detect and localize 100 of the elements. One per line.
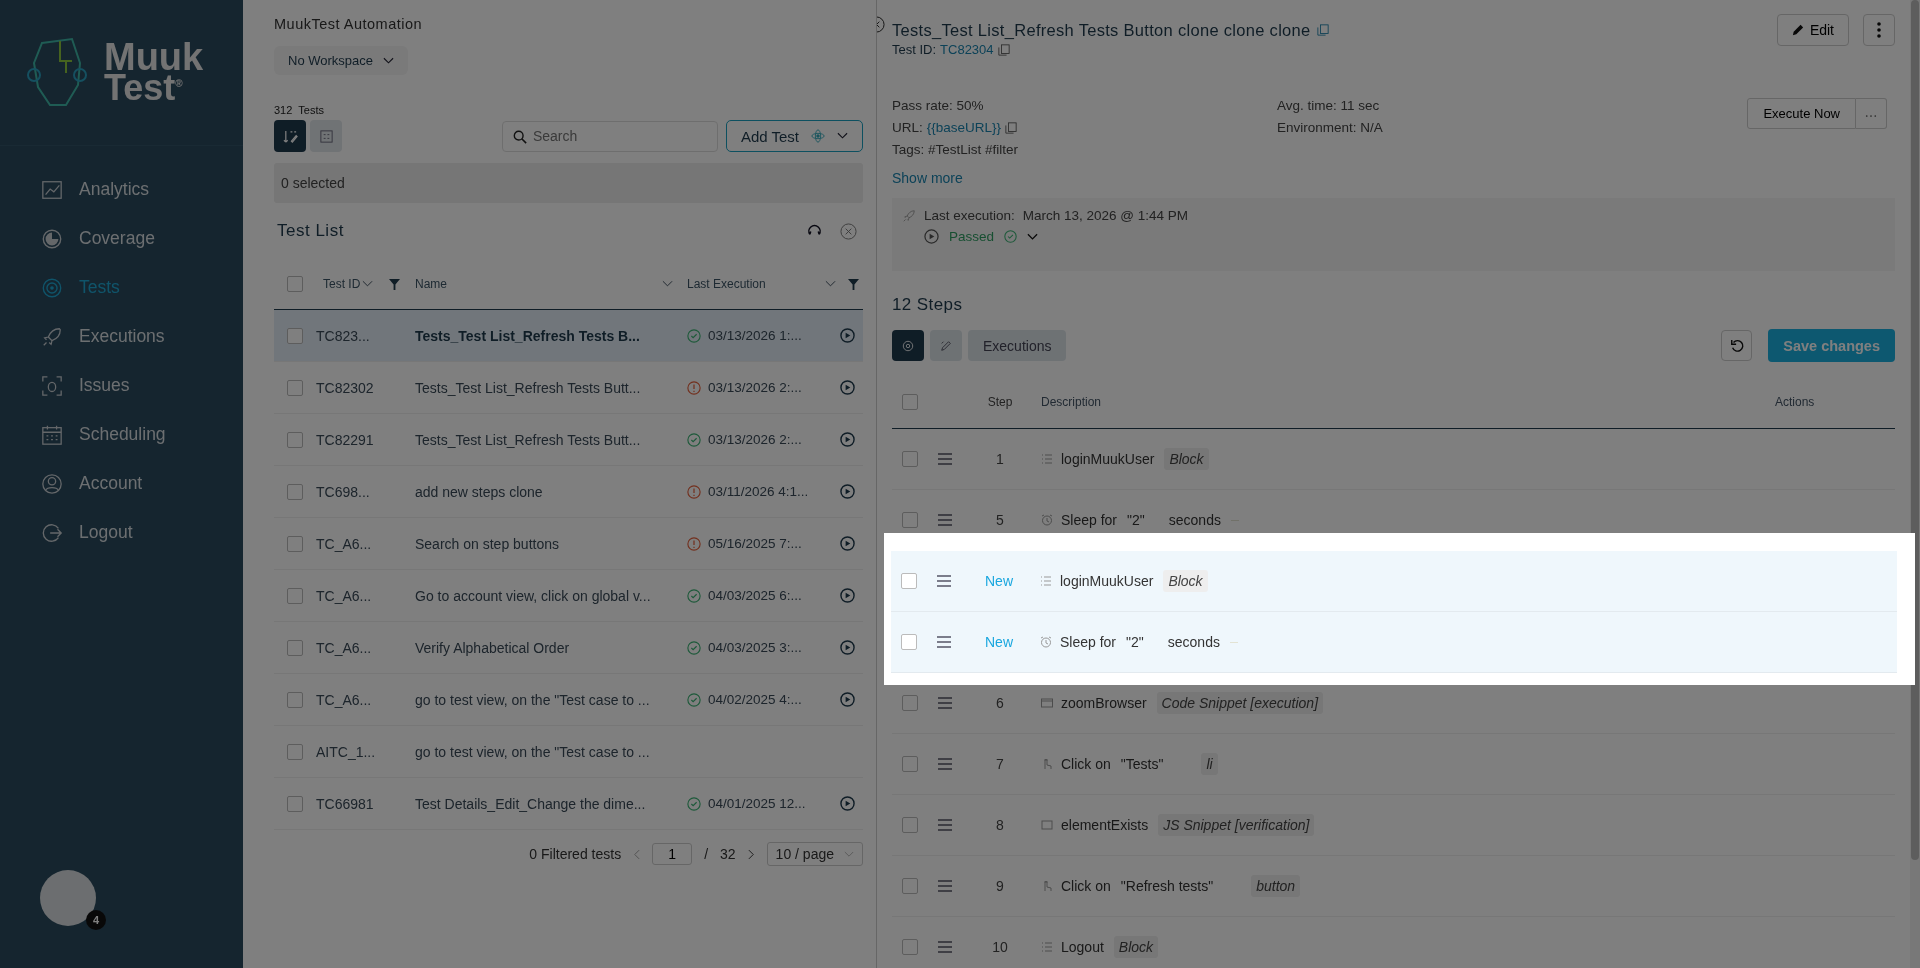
checkbox[interactable] bbox=[287, 535, 303, 552]
more-options-button[interactable] bbox=[1863, 14, 1895, 46]
workspace-dropdown[interactable]: No Workspace bbox=[274, 46, 408, 75]
test-id-link[interactable]: TC82304 bbox=[940, 42, 994, 57]
sort-icon[interactable] bbox=[362, 280, 374, 288]
list-view-button[interactable] bbox=[274, 120, 306, 152]
drag-handle-icon[interactable] bbox=[937, 819, 953, 831]
nav-item[interactable]: Executions bbox=[0, 312, 243, 361]
checkbox[interactable] bbox=[287, 639, 303, 656]
test-row[interactable]: TC698... add new steps clone 03/11/2026 4:1... bbox=[274, 466, 863, 518]
checkbox[interactable] bbox=[900, 634, 917, 650]
test-row[interactable]: TC66981 Test Details_Edit_Change the dime... 04/01/2025 12... bbox=[274, 778, 863, 830]
test-row[interactable]: AITC_1... go to test view, on the "Test case to ... bbox=[274, 726, 863, 778]
url-link[interactable]: {{baseURL}} bbox=[926, 120, 1002, 135]
drag-handle-icon[interactable] bbox=[937, 941, 953, 953]
checkbox[interactable] bbox=[287, 379, 303, 396]
add-test-button[interactable]: Add Test bbox=[725, 120, 863, 152]
checkbox[interactable] bbox=[901, 695, 918, 711]
checkbox[interactable] bbox=[901, 878, 918, 894]
test-row[interactable]: TC823... Tests_Test List_Refresh Tests B... 03/13/2026 1:... bbox=[274, 310, 863, 362]
test-row[interactable]: TC_A6... go to test view, on the "Test case to ... 04/02/2025 4:... bbox=[274, 674, 863, 726]
checkbox[interactable] bbox=[901, 512, 918, 528]
checkbox[interactable] bbox=[901, 756, 918, 772]
play-icon[interactable] bbox=[840, 536, 855, 551]
more-options-button[interactable] bbox=[1856, 98, 1887, 129]
play-icon[interactable] bbox=[840, 640, 855, 655]
column-header: Description bbox=[1041, 395, 1102, 409]
chevron-down-icon[interactable] bbox=[1027, 232, 1039, 241]
sort-icon[interactable] bbox=[662, 280, 673, 288]
chevron-right-icon[interactable] bbox=[747, 848, 755, 860]
play-icon[interactable] bbox=[840, 484, 855, 499]
play-icon[interactable] bbox=[840, 328, 855, 343]
test-row[interactable]: TC82302 Tests_Test List_Refresh Tests Butt... 03/13/2026 2:... bbox=[274, 362, 863, 414]
save-changes-button[interactable]: Save changes bbox=[1768, 329, 1895, 362]
checkbox[interactable] bbox=[287, 327, 303, 344]
step-number: 6 bbox=[996, 695, 1004, 711]
checkbox[interactable] bbox=[287, 743, 303, 760]
edit-steps-button[interactable] bbox=[930, 330, 962, 361]
play-icon[interactable] bbox=[840, 380, 855, 395]
edit-button[interactable]: Edit bbox=[1776, 14, 1849, 46]
search-field[interactable]: Search bbox=[501, 120, 718, 152]
step-number: 10 bbox=[992, 939, 1008, 955]
page-size-dropdown[interactable]: 10 / page bbox=[766, 842, 863, 866]
column-header[interactable]: Test ID bbox=[323, 277, 361, 291]
checkbox[interactable] bbox=[901, 394, 918, 410]
nav-item[interactable]: Coverage bbox=[0, 214, 243, 263]
copy-icon[interactable] bbox=[997, 43, 1010, 56]
page-input[interactable]: 1 bbox=[652, 843, 693, 865]
clear-icon[interactable] bbox=[840, 222, 857, 240]
step-name: loginMuukUser bbox=[1061, 451, 1155, 467]
test-row[interactable]: TC_A6... Verify Alphabetical Order 04/03/2025 3:... bbox=[274, 622, 863, 674]
nav-item[interactable]: Logout bbox=[0, 508, 243, 557]
nav-item[interactable]: Scheduling bbox=[0, 410, 243, 459]
nav-item[interactable]: Analytics bbox=[0, 165, 243, 214]
checkbox[interactable] bbox=[287, 483, 303, 500]
checkbox[interactable] bbox=[901, 939, 918, 955]
play-icon[interactable] bbox=[840, 692, 855, 707]
drag-handle-icon[interactable] bbox=[937, 514, 953, 526]
copy-icon[interactable] bbox=[1316, 24, 1329, 36]
play-icon[interactable] bbox=[924, 229, 939, 244]
tab[interactable]: Executions bbox=[968, 330, 1067, 361]
checkbox[interactable] bbox=[287, 431, 303, 448]
filter-icon[interactable] bbox=[389, 278, 401, 290]
play-icon[interactable] bbox=[840, 432, 855, 447]
test-count-label: Tests bbox=[298, 104, 325, 116]
drag-handle-icon[interactable] bbox=[937, 880, 953, 892]
execute-now-button[interactable]: Execute Now bbox=[1747, 98, 1856, 129]
test-row[interactable]: TC_A6... Search on step buttons 05/16/2025 7:... bbox=[274, 518, 863, 570]
checkbox[interactable] bbox=[900, 573, 917, 589]
undo-button[interactable] bbox=[1721, 330, 1753, 361]
checkbox[interactable] bbox=[901, 451, 918, 467]
sort-icon[interactable] bbox=[825, 280, 836, 288]
column-header[interactable]: Last Execution bbox=[687, 277, 817, 291]
checkbox[interactable] bbox=[287, 276, 303, 292]
checkbox[interactable] bbox=[287, 691, 303, 708]
scrollbar-thumb[interactable] bbox=[1911, 0, 1919, 860]
checkbox[interactable] bbox=[901, 817, 918, 833]
checkbox[interactable] bbox=[287, 795, 303, 812]
filter-icon[interactable] bbox=[848, 278, 859, 290]
grid-view-button[interactable] bbox=[310, 120, 342, 152]
drag-handle-icon[interactable] bbox=[936, 575, 952, 587]
bug-icon bbox=[41, 374, 63, 397]
test-row[interactable]: TC82291 Tests_Test List_Refresh Tests Butt... 03/13/2026 2:... bbox=[274, 414, 863, 466]
chevron-left-icon[interactable] bbox=[633, 848, 641, 860]
steps-view-button[interactable] bbox=[892, 330, 924, 361]
checkbox[interactable] bbox=[287, 587, 303, 604]
drag-handle-icon[interactable] bbox=[937, 697, 953, 709]
drag-handle-icon[interactable] bbox=[937, 453, 953, 465]
copy-icon[interactable] bbox=[1005, 121, 1018, 134]
column-header[interactable]: Name bbox=[415, 277, 447, 291]
nav-item[interactable]: Account bbox=[0, 459, 243, 508]
play-icon[interactable] bbox=[840, 588, 855, 603]
nav-item[interactable]: Issues bbox=[0, 361, 243, 410]
drag-handle-icon[interactable] bbox=[937, 758, 953, 770]
drag-handle-icon[interactable] bbox=[936, 636, 952, 648]
test-name: Tests_Test List_Refresh Tests Butt... bbox=[415, 379, 641, 396]
test-row[interactable]: TC_A6... Go to account view, click on global v... 04/03/2025 6:... bbox=[274, 570, 863, 622]
test-id: TC698... bbox=[316, 483, 370, 500]
play-icon[interactable] bbox=[840, 796, 855, 811]
show-more-link[interactable]: Show more bbox=[892, 170, 1895, 186]
